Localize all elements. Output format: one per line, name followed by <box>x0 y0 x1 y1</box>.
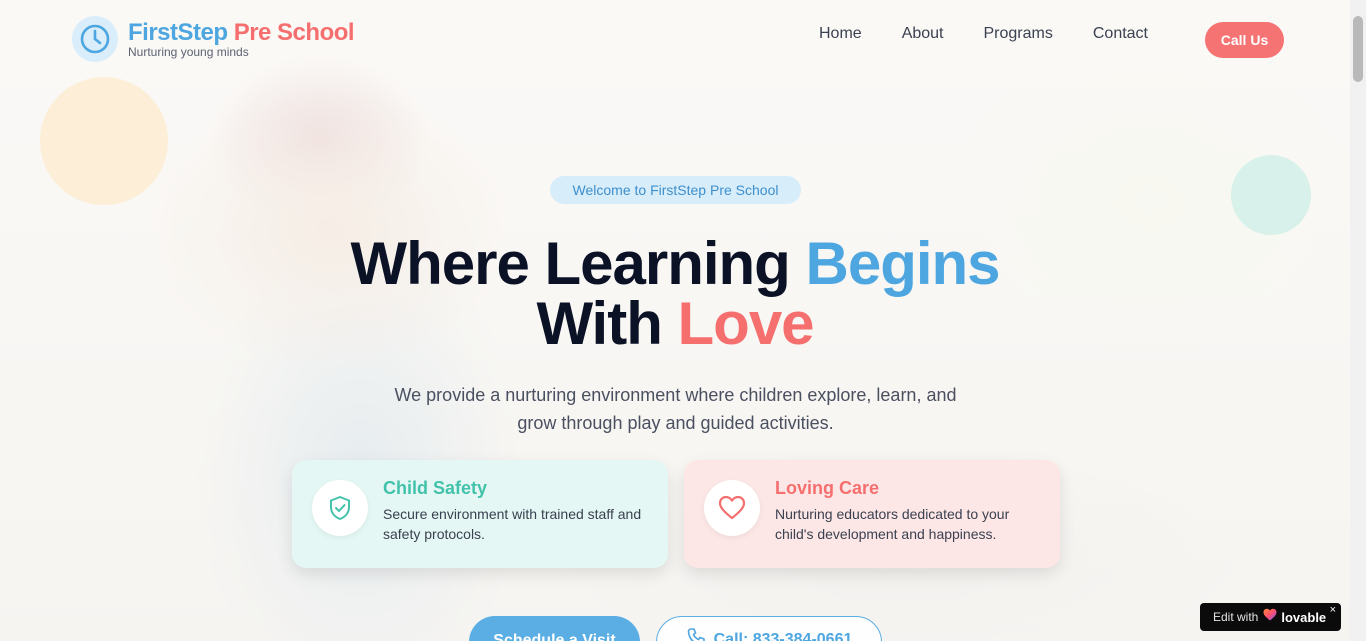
clock-icon <box>72 16 118 62</box>
page-scrollbar[interactable] <box>1350 0 1366 641</box>
feature-description: Secure environment with trained staff an… <box>383 506 642 542</box>
headline-part1: Where Learning <box>350 230 806 297</box>
feature-title: Child Safety <box>383 478 488 498</box>
lovable-brand: lovable <box>1281 609 1327 625</box>
logo-title: FirstStep Pre School <box>128 19 355 47</box>
nav-about[interactable]: About <box>902 24 944 44</box>
nav-contact[interactable]: Contact <box>1093 24 1148 44</box>
main-nav: Home About Programs Contact <box>819 24 1188 44</box>
welcome-badge: Welcome to FirstStep Pre School <box>550 176 801 204</box>
feature-description: Nurturing educators dedicated to your ch… <box>775 506 1010 542</box>
headline-highlight-begins: Begins <box>805 230 1001 297</box>
logo-tagline: Nurturing young minds <box>128 45 249 59</box>
schedule-visit-button[interactable]: Schedule a Visit <box>469 616 640 641</box>
hero-description: We provide a nurturing environment where… <box>394 385 957 433</box>
nav-programs[interactable]: Programs <box>984 24 1053 44</box>
nav-home[interactable]: Home <box>819 24 862 44</box>
logo[interactable]: FirstStep Pre School Nurturing young min… <box>72 16 355 62</box>
headline-highlight-love: Love <box>677 290 815 357</box>
feature-title: Loving Care <box>775 478 880 498</box>
site-header: FirstStep Pre School Nurturing young min… <box>0 0 1350 78</box>
hero-headline: Where Learning Begins With Love <box>183 234 1167 354</box>
lovable-heart-icon <box>1263 608 1277 626</box>
phone-icon <box>686 627 706 641</box>
call-phone-label: Call: 833-384-0661 <box>713 631 853 641</box>
feature-card-child-safety: Child Safety Secure environment with tra… <box>292 460 668 568</box>
logo-title-part2: Pre School <box>233 19 355 46</box>
edit-with-label: Edit with <box>1213 610 1259 624</box>
edit-with-lovable-badge[interactable]: Edit with lovable × <box>1200 603 1341 631</box>
heart-icon <box>704 480 760 536</box>
decorative-circle-teal <box>1231 155 1311 235</box>
close-icon[interactable]: × <box>1330 604 1336 616</box>
feature-card-loving-care: Loving Care Nurturing educators dedicate… <box>684 460 1060 568</box>
decorative-circle-yellow <box>40 77 168 205</box>
logo-text: FirstStep Pre School Nurturing young min… <box>128 19 355 59</box>
shield-check-icon <box>312 480 368 536</box>
logo-title-part1: FirstStep <box>128 19 228 46</box>
call-phone-button[interactable]: Call: 833-384-0661 <box>656 616 882 641</box>
call-us-button[interactable]: Call Us <box>1205 22 1284 58</box>
headline-part2: With <box>536 290 678 357</box>
scrollbar-thumb[interactable] <box>1353 16 1363 82</box>
